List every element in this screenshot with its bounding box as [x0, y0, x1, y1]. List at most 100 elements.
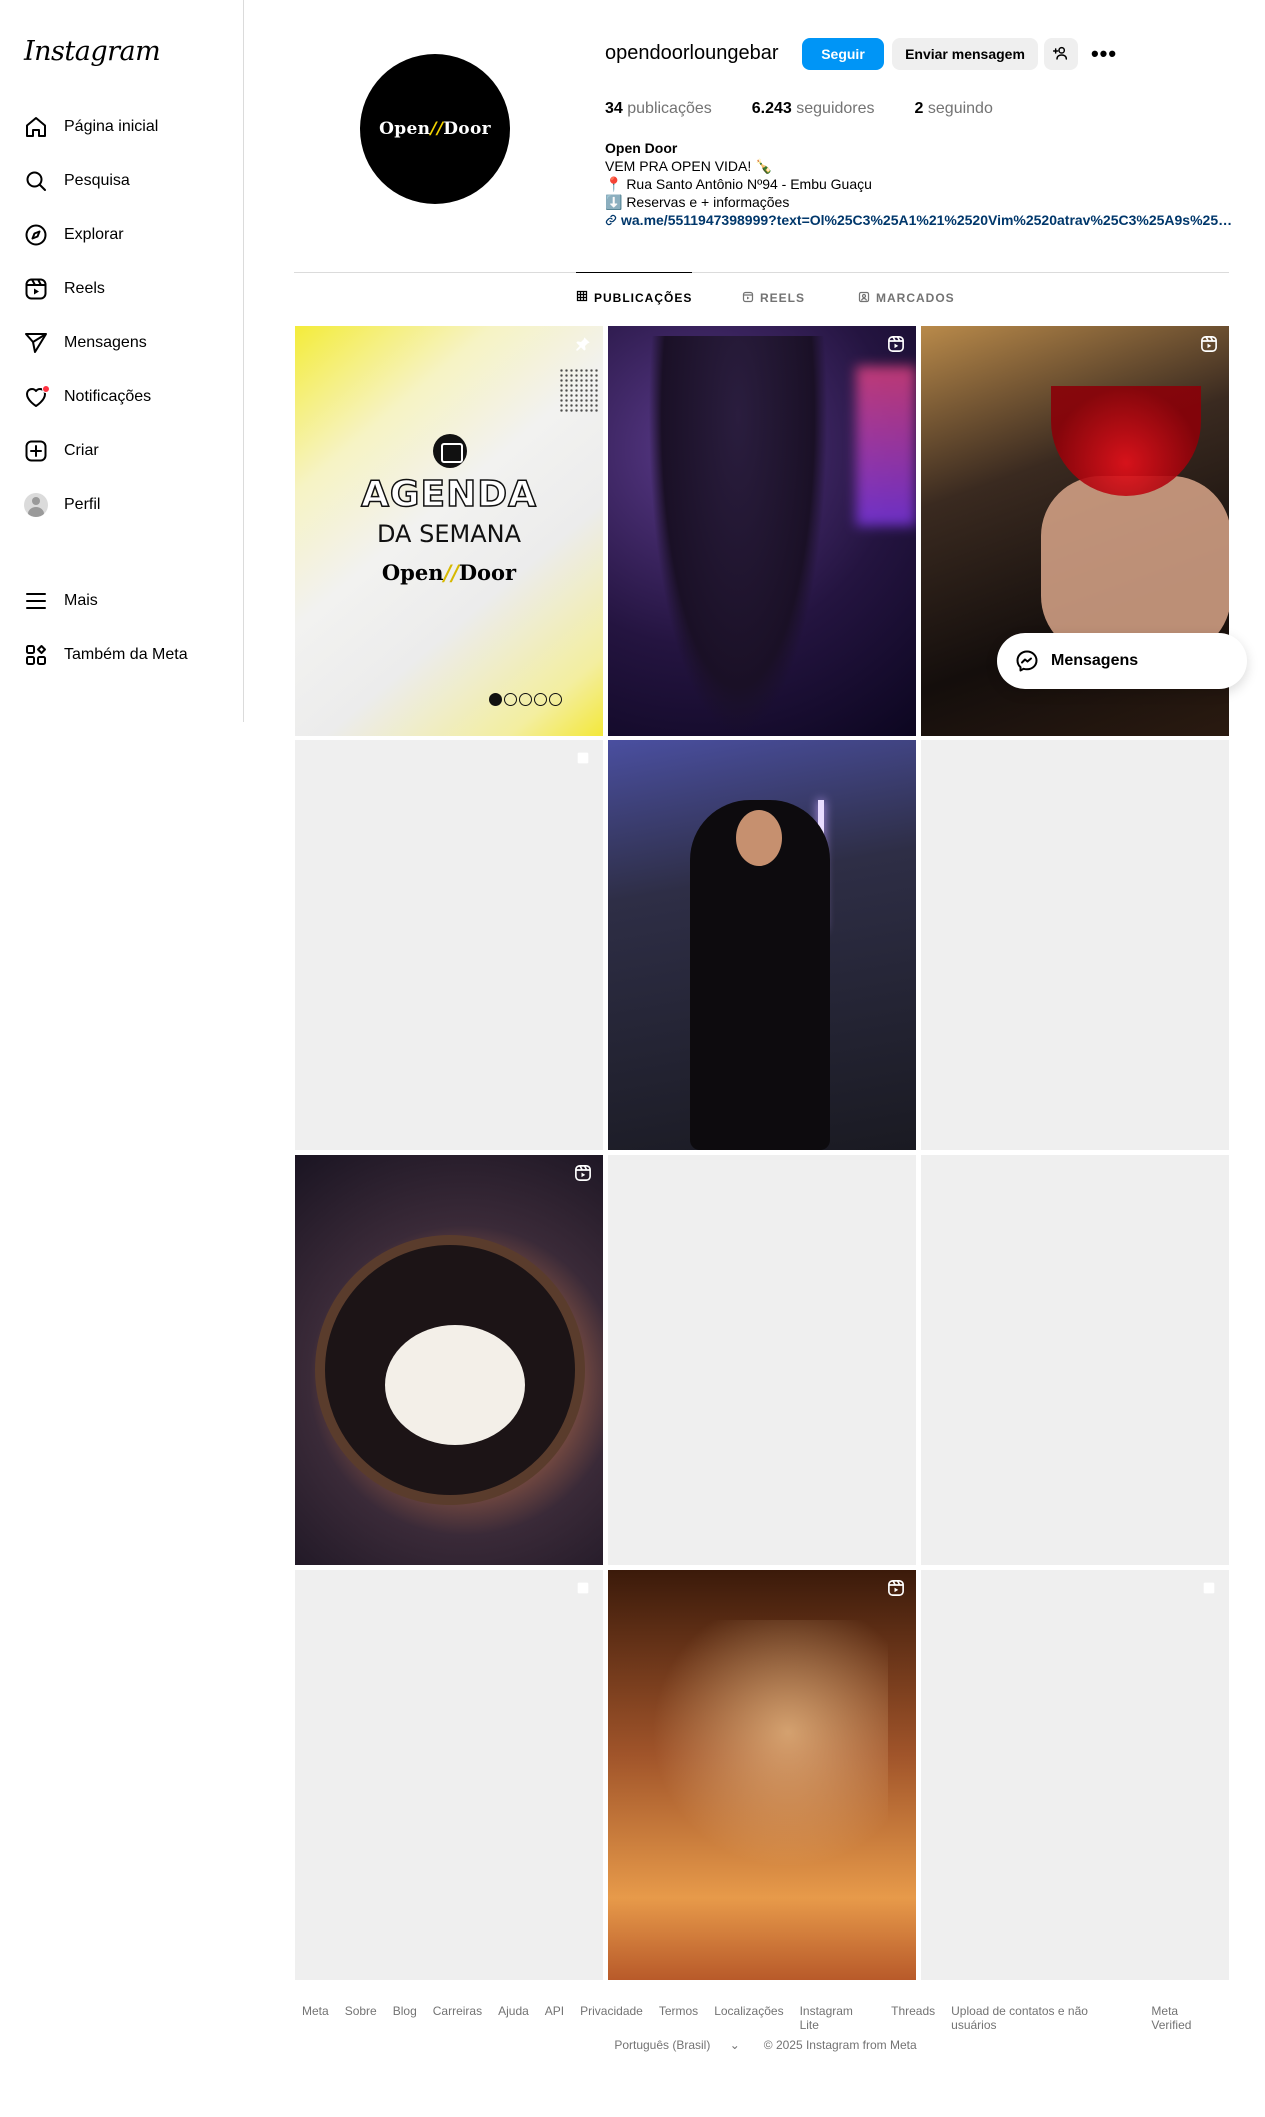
sidebar-item-home[interactable]: Página inicial: [12, 103, 232, 151]
tab-label: PUBLICAÇÕES: [594, 290, 693, 305]
bio-link-row[interactable]: wa.me/5511947398999?text=Ol%25C3%25A1%21…: [605, 211, 1235, 229]
profile-username: opendoorloungebar: [605, 42, 779, 64]
halftone-pattern: [559, 368, 599, 412]
post-placeholder[interactable]: [921, 740, 1229, 1150]
footer-link[interactable]: Meta Verified: [1151, 2004, 1221, 2032]
send-icon: [24, 331, 48, 355]
following-count[interactable]: 2 seguindo: [915, 100, 993, 118]
menu-icon: [24, 589, 48, 613]
footer-link[interactable]: Termos: [659, 2004, 698, 2032]
sidebar-item-more[interactable]: Mais: [12, 577, 232, 625]
meta-apps-icon: [24, 643, 48, 667]
messenger-icon: [1015, 649, 1039, 673]
photo-glow: [638, 1620, 888, 1900]
tagged-icon: [858, 291, 870, 306]
chevron-down-icon: ⌄: [729, 2038, 740, 2052]
footer-link[interactable]: API: [545, 2004, 564, 2032]
post-placeholder[interactable]: [921, 1570, 1229, 1980]
photo-sauce: [385, 1325, 525, 1445]
reel-icon: [1199, 334, 1219, 354]
sidebar-item-notifications[interactable]: Notificações: [12, 373, 232, 421]
post-placeholder[interactable]: [608, 1155, 916, 1565]
add-person-icon: [1052, 45, 1069, 64]
footer-link[interactable]: Localizações: [714, 2004, 783, 2032]
instagram-logo[interactable]: Instagram: [24, 36, 161, 67]
post-woman-black-dress[interactable]: [608, 740, 916, 1150]
footer-link[interactable]: Meta: [302, 2004, 329, 2032]
bio-link[interactable]: wa.me/5511947398999?text=Ol%25C3%25A1%21…: [621, 211, 1235, 229]
tab-label: REELS: [760, 291, 806, 305]
plus-square-icon: [24, 439, 48, 463]
more-options-icon[interactable]: •••: [1090, 38, 1118, 70]
sidebar-item-messages[interactable]: Mensagens: [12, 319, 232, 367]
photo-light: [856, 366, 916, 526]
footer-links: Meta Sobre Blog Carreiras Ajuda API Priv…: [294, 2004, 1229, 2032]
sidebar-item-label: Página inicial: [64, 118, 159, 135]
footer-link[interactable]: Blog: [393, 2004, 417, 2032]
tab-posts[interactable]: PUBLICAÇÕES: [576, 272, 693, 322]
footer-link[interactable]: Privacidade: [580, 2004, 643, 2032]
bio-line: ⬇️ Reservas e + informações: [605, 194, 790, 210]
profile-avatar[interactable]: Open//Door: [360, 54, 510, 204]
post-agenda-da-semana[interactable]: AGENDA DA SEMANA Open//Door: [295, 326, 603, 736]
profile-stats: 34 publicações 6.243 seguidores 2 seguin…: [605, 100, 1033, 118]
profile-bio: Open Door VEM PRA OPEN VIDA! 🍾 📍 Rua San…: [605, 139, 1235, 229]
post-placeholder[interactable]: [295, 1570, 603, 1980]
footer-link[interactable]: Instagram Lite: [800, 2004, 876, 2032]
sidebar-item-label: Mensagens: [64, 334, 147, 351]
footer-link[interactable]: Threads: [891, 2004, 935, 2032]
carousel-icon: [573, 748, 593, 768]
post-reel-woman-bar[interactable]: [608, 326, 916, 736]
footer-bottom: Português (Brasil) ⌄ © 2025 Instagram fr…: [294, 2038, 1229, 2052]
sidebar-item-label: Perfil: [64, 496, 101, 513]
sidebar-item-explore[interactable]: Explorar: [12, 211, 232, 259]
sidebar-item-profile[interactable]: Perfil: [12, 481, 232, 529]
reel-icon: [573, 1163, 593, 1183]
sidebar-item-also-from-meta[interactable]: Também da Meta: [12, 631, 232, 679]
bio-line: 📍 Rua Santo Antônio Nº94 - Embu Guaçu: [605, 176, 872, 192]
tab-reels[interactable]: REELS: [742, 273, 805, 323]
posts-count[interactable]: 34 publicações: [605, 100, 712, 118]
follow-button[interactable]: Seguir: [802, 38, 884, 70]
sidebar-item-label: Também da Meta: [64, 646, 188, 663]
search-icon: [24, 169, 48, 193]
photo-face: [736, 810, 782, 866]
carousel-dots: [489, 693, 562, 706]
floating-messages-button[interactable]: Mensagens: [997, 633, 1247, 689]
send-message-button[interactable]: Enviar mensagem: [892, 38, 1038, 70]
photo-hand: [1041, 476, 1229, 656]
suggested-accounts-button[interactable]: [1044, 38, 1078, 70]
sidebar-item-create[interactable]: Criar: [12, 427, 232, 475]
bio-line: VEM PRA OPEN VIDA! 🍾: [605, 158, 773, 174]
home-icon: [24, 115, 48, 139]
footer-link[interactable]: Ajuda: [498, 2004, 529, 2032]
reel-icon: [886, 334, 906, 354]
footer-link[interactable]: Carreiras: [433, 2004, 482, 2032]
reel-icon: [886, 1578, 906, 1598]
footer-link[interactable]: Sobre: [345, 2004, 377, 2032]
post-reel-food-plate[interactable]: [295, 1155, 603, 1565]
avatar-brand-logo: Open//Door: [379, 119, 491, 139]
followers-count[interactable]: 6.243 seguidores: [752, 100, 875, 118]
post-placeholder[interactable]: [921, 1155, 1229, 1565]
sidebar-item-label: Notificações: [64, 388, 152, 405]
post-placeholder[interactable]: [295, 740, 603, 1150]
tab-label: MARCADOS: [876, 291, 955, 305]
sidebar-item-search[interactable]: Pesquisa: [12, 157, 232, 205]
sidebar-item-reels[interactable]: Reels: [12, 265, 232, 313]
reels-icon: [24, 277, 48, 301]
grid-icon: [576, 290, 588, 305]
floating-messages-label: Mensagens: [1051, 652, 1139, 669]
compass-icon: [24, 223, 48, 247]
post-reel-bar-party[interactable]: [608, 1570, 916, 1980]
heart-icon: [24, 385, 50, 409]
tab-tagged[interactable]: MARCADOS: [858, 273, 955, 323]
sidebar-item-label: Reels: [64, 280, 105, 297]
copyright: © 2025 Instagram from Meta: [763, 2038, 917, 2052]
sidebar-item-label: Criar: [64, 442, 99, 459]
avatar: [24, 493, 48, 517]
photo-figure: [648, 336, 828, 736]
footer-link[interactable]: Upload de contatos e não usuários: [951, 2004, 1135, 2032]
language-selector[interactable]: Português (Brasil) ⌄: [606, 2038, 747, 2052]
sidebar-item-label: Mais: [64, 592, 98, 609]
